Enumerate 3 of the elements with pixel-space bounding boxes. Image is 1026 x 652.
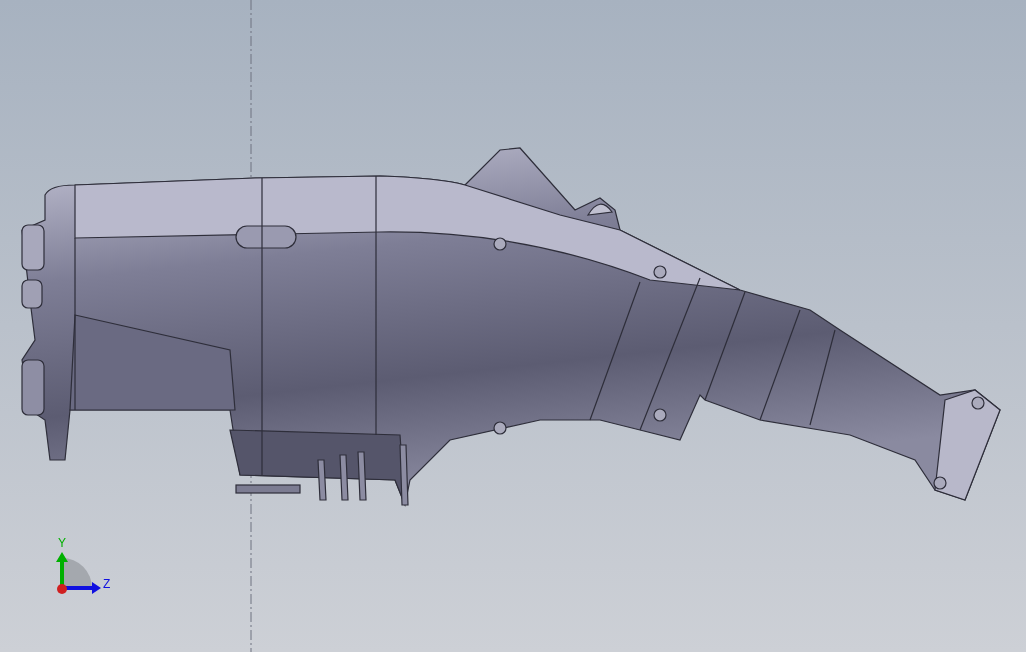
axis-triad-icon xyxy=(56,552,101,594)
axis-label: Y xyxy=(58,536,66,550)
axis-label: Z xyxy=(103,577,111,591)
